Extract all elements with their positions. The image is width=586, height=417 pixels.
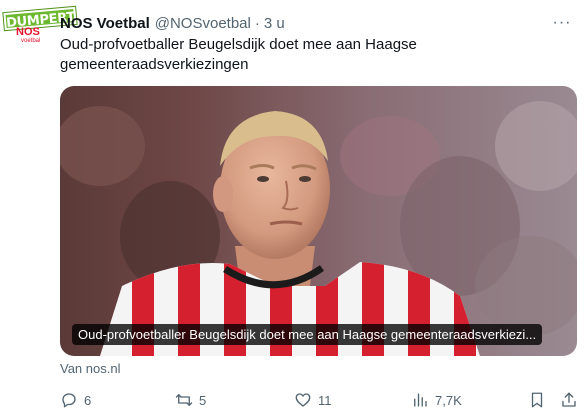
reply-button[interactable]: 6 [60,386,91,414]
share-icon [562,392,576,407]
card-caption: Oud-profvoetballer Beugelsdijk doet mee … [72,324,543,345]
tweet-header: NOS Voetbal @NOSvoetbal · 3 u [60,13,285,33]
link-card[interactable]: Oud-profvoetballer Beugelsdijk doet mee … [60,86,577,356]
share-button[interactable] [560,386,578,414]
repost-button[interactable]: 5 [175,386,206,414]
views-button[interactable]: 7,7K [411,386,462,414]
repost-icon [175,394,193,406]
nos-logo-subtext: voetbal [21,38,41,44]
author-handle[interactable]: @NOSvoetbal [155,15,251,32]
header-separator: · [254,14,260,32]
bookmark-button[interactable] [528,386,546,414]
tweet-timestamp[interactable]: 3 u [264,15,285,32]
action-bar: 6 5 11 7,7K [0,386,586,414]
more-options-icon[interactable]: ··· [546,8,578,38]
analytics-icon [414,393,427,407]
like-button[interactable]: 11 [294,386,332,414]
bookmark-icon [531,392,543,408]
reply-icon [62,393,76,408]
tweet-text: Oud-profvoetballer Beugelsdijk doet mee … [60,36,417,73]
author-name[interactable]: NOS Voetbal [60,15,150,32]
view-count: 7,7K [435,392,462,408]
reply-count: 6 [84,392,92,408]
nos-logo: NOS [16,26,40,38]
card-source-link[interactable]: Van nos.nl [60,361,120,376]
repost-count: 5 [199,392,207,408]
tweet[interactable]: DUMPERT NOS voetbal NOS Voetbal @NOSvoet… [0,0,586,417]
player-photo [60,86,577,356]
like-count: 11 [318,392,332,408]
heart-icon [295,393,311,407]
